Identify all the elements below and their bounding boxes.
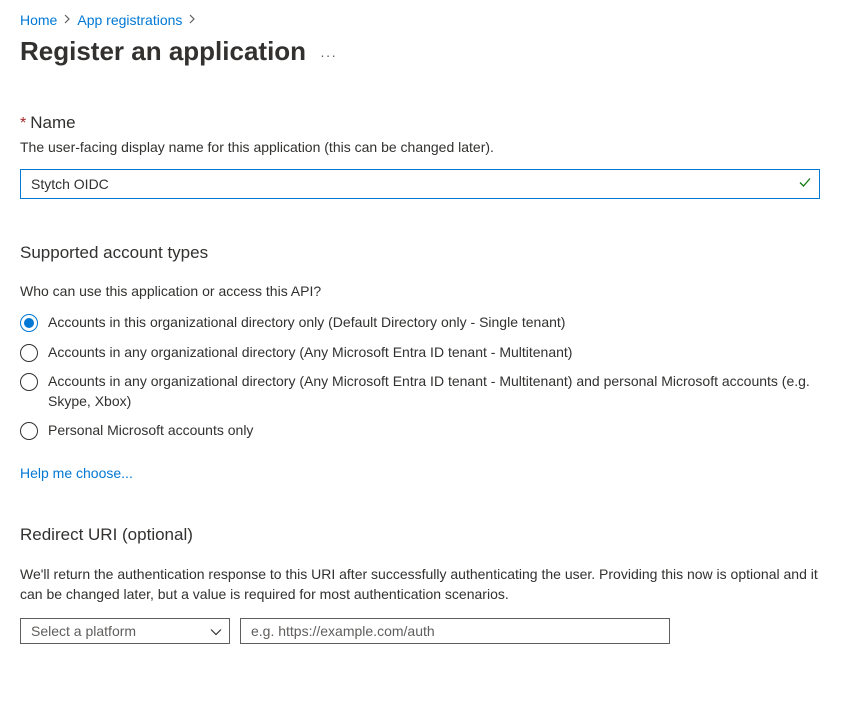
radio-label: Accounts in any organizational directory… (48, 343, 572, 363)
account-type-option-multitenant-personal[interactable]: Accounts in any organizational directory… (20, 372, 820, 411)
radio-label: Personal Microsoft accounts only (48, 421, 253, 441)
account-types-heading: Supported account types (20, 243, 843, 263)
radio-icon (20, 344, 38, 362)
redirect-uri-input[interactable] (240, 618, 670, 644)
breadcrumb: Home App registrations (20, 12, 843, 28)
radio-icon (20, 314, 38, 332)
redirect-heading: Redirect URI (optional) (20, 525, 843, 545)
account-types-radio-group: Accounts in this organizational director… (20, 313, 820, 441)
more-actions-button[interactable]: ··· (320, 41, 337, 63)
chevron-right-icon (63, 13, 71, 27)
account-type-option-single-tenant[interactable]: Accounts in this organizational director… (20, 313, 820, 333)
platform-select[interactable] (20, 618, 230, 644)
page-header: Register an application ··· (20, 36, 843, 67)
required-indicator: * (20, 115, 26, 133)
breadcrumb-home[interactable]: Home (20, 12, 57, 28)
name-input[interactable] (20, 169, 820, 199)
help-me-choose-link[interactable]: Help me choose... (20, 465, 133, 481)
redirect-description: We'll return the authentication response… (20, 565, 840, 604)
chevron-right-icon (188, 13, 196, 27)
account-type-option-personal-only[interactable]: Personal Microsoft accounts only (20, 421, 820, 441)
page-title: Register an application (20, 36, 306, 67)
radio-icon (20, 422, 38, 440)
breadcrumb-app-registrations[interactable]: App registrations (77, 12, 182, 28)
name-label: Name (30, 113, 75, 133)
radio-label: Accounts in any organizational directory… (48, 372, 820, 411)
account-types-section: Supported account types Who can use this… (20, 243, 843, 481)
account-types-question: Who can use this application or access t… (20, 283, 843, 299)
name-hint: The user-facing display name for this ap… (20, 139, 843, 155)
radio-label: Accounts in this organizational director… (48, 313, 565, 333)
redirect-uri-section: Redirect URI (optional) We'll return the… (20, 525, 843, 644)
radio-icon (20, 373, 38, 391)
name-section: * Name The user-facing display name for … (20, 113, 843, 199)
account-type-option-multitenant[interactable]: Accounts in any organizational directory… (20, 343, 820, 363)
